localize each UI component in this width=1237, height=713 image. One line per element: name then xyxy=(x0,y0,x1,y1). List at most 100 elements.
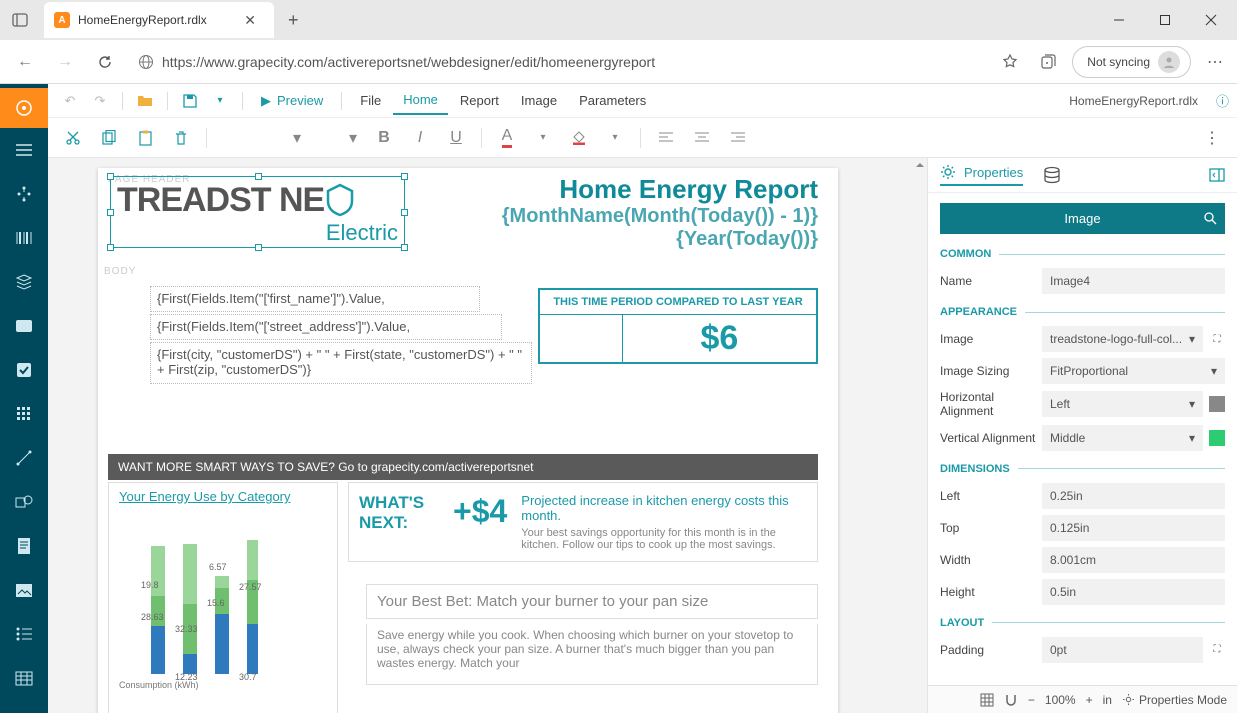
open-folder-icon[interactable] xyxy=(131,88,159,114)
browser-tab[interactable]: A HomeEnergyReport.rdlx ✕ xyxy=(44,2,274,38)
section-dimensions: DIMENSIONS xyxy=(940,463,1225,475)
rail-check-icon[interactable] xyxy=(0,348,48,392)
prop-left-input[interactable]: 0.25in xyxy=(1042,483,1225,509)
rail-datastructure-icon[interactable] xyxy=(0,172,48,216)
redo-icon[interactable]: ↷ xyxy=(86,88,114,114)
rail-layers-icon[interactable] xyxy=(0,260,48,304)
cta-bar: WANT MORE SMART WAYS TO SAVE? Go to grap… xyxy=(108,454,818,480)
close-window-button[interactable] xyxy=(1189,4,1233,36)
font-family-dropdown[interactable]: ▾ xyxy=(217,125,307,151)
favorites-icon[interactable] xyxy=(996,48,1024,76)
expand-icon[interactable]: ⛶ xyxy=(1209,331,1225,347)
prop-halign-select[interactable]: Left▾ xyxy=(1042,391,1203,417)
menu-report[interactable]: Report xyxy=(450,87,509,114)
undo-icon[interactable]: ↶ xyxy=(56,88,84,114)
prop-image-select[interactable]: treadstone-logo-full-col...▾ xyxy=(1042,326,1203,352)
minimize-button[interactable] xyxy=(1097,4,1141,36)
zoom-in-button[interactable]: + xyxy=(1086,693,1093,707)
doc-title: HomeEnergyReport.rdlx xyxy=(1069,94,1198,108)
cut-icon[interactable] xyxy=(58,124,88,152)
align-center-icon[interactable] xyxy=(687,124,717,152)
properties-panel: Properties Image COMMON xyxy=(927,158,1237,713)
rail-richtext-icon[interactable] xyxy=(0,524,48,568)
menu-home[interactable]: Home xyxy=(393,86,448,115)
align-left-icon[interactable] xyxy=(651,124,681,152)
rail-line-icon[interactable] xyxy=(0,436,48,480)
tab-actions-icon[interactable] xyxy=(4,4,36,36)
bold-icon[interactable]: B xyxy=(369,124,399,152)
prop-top-input[interactable]: 0.125in xyxy=(1042,515,1225,541)
rail-barcode-icon[interactable] xyxy=(0,216,48,260)
selected-image[interactable]: TREADST NE Electric xyxy=(110,176,405,248)
search-icon[interactable] xyxy=(1203,211,1217,225)
proj-sub: Your best savings opportunity for this m… xyxy=(521,527,807,551)
rail-home-icon[interactable] xyxy=(0,88,48,128)
rail-hamburger-icon[interactable] xyxy=(0,128,48,172)
section-common: COMMON xyxy=(940,248,1225,260)
compare-value: $6 xyxy=(623,315,816,362)
valign-swatch[interactable] xyxy=(1209,430,1225,446)
toolbar-more-icon[interactable]: ⋮ xyxy=(1197,124,1227,152)
save-dropdown-icon[interactable]: ▾ xyxy=(206,88,234,114)
refresh-button[interactable] xyxy=(88,47,122,77)
font-color-dropdown-icon[interactable]: ▾ xyxy=(528,124,558,152)
prop-width-input[interactable]: 8.001cm xyxy=(1042,547,1225,573)
delete-icon[interactable] xyxy=(166,124,196,152)
menu-parameters[interactable]: Parameters xyxy=(569,87,656,114)
grid-toggle-icon[interactable] xyxy=(980,693,994,707)
rail-shape-icon[interactable] xyxy=(0,480,48,524)
data-tab-icon[interactable] xyxy=(1043,166,1061,184)
url-text: https://www.grapecity.com/activereportsn… xyxy=(162,54,655,70)
font-color-icon[interactable]: A xyxy=(492,124,522,152)
halign-swatch[interactable] xyxy=(1209,396,1225,412)
expand-icon[interactable]: ⛶ xyxy=(1209,642,1225,658)
tab-close-icon[interactable]: ✕ xyxy=(238,10,262,31)
properties-tab[interactable]: Properties xyxy=(940,164,1023,186)
element-type-header[interactable]: Image xyxy=(940,203,1225,234)
bestbet-body: Save energy while you cook. When choosin… xyxy=(367,624,817,674)
report-title: Home Energy Report xyxy=(418,174,818,205)
prop-name-input[interactable]: Image4 xyxy=(1042,268,1225,294)
collections-icon[interactable] xyxy=(1034,48,1062,76)
save-icon[interactable] xyxy=(176,88,204,114)
status-bar: − 100% + in Properties Mode xyxy=(928,685,1237,713)
rail-table-icon[interactable] xyxy=(0,656,48,700)
prop-valign-select[interactable]: Middle▾ xyxy=(1042,425,1203,451)
zoom-out-button[interactable]: − xyxy=(1028,693,1035,707)
properties-mode-button[interactable]: Properties Mode xyxy=(1122,693,1227,707)
forward-button[interactable]: → xyxy=(48,47,82,77)
expr-citystate: {First(city, "customerDS") + " " + First… xyxy=(151,343,531,381)
url-input[interactable]: https://www.grapecity.com/activereportsn… xyxy=(128,50,990,74)
prop-height-input[interactable]: 0.5in xyxy=(1042,579,1225,605)
snap-icon[interactable] xyxy=(1004,693,1018,707)
rail-card-icon[interactable] xyxy=(0,304,48,348)
unit-label[interactable]: in xyxy=(1103,693,1112,707)
collapse-panel-icon[interactable] xyxy=(1209,167,1225,183)
underline-icon[interactable]: U xyxy=(441,124,471,152)
more-icon[interactable]: ⋯ xyxy=(1201,48,1229,76)
maximize-button[interactable] xyxy=(1143,4,1187,36)
sync-button[interactable]: Not syncing xyxy=(1072,46,1191,78)
rail-image-icon[interactable] xyxy=(0,568,48,612)
rail-list-icon[interactable] xyxy=(0,612,48,656)
align-right-icon[interactable] xyxy=(723,124,753,152)
italic-icon[interactable]: I xyxy=(405,124,435,152)
fill-color-icon[interactable] xyxy=(564,124,594,152)
paste-icon[interactable] xyxy=(130,124,160,152)
year-expr: {Year(Today())} xyxy=(418,228,818,251)
prop-padding-input[interactable]: 0pt xyxy=(1042,637,1203,663)
fill-color-dropdown-icon[interactable]: ▾ xyxy=(600,124,630,152)
menu-image[interactable]: Image xyxy=(511,87,567,114)
menu-file[interactable]: File xyxy=(350,87,391,114)
prop-sizing-select[interactable]: FitProportional▾ xyxy=(1042,358,1225,384)
info-icon[interactable]: ⓘ xyxy=(1216,91,1229,110)
scroll-up-icon[interactable] xyxy=(915,160,925,170)
proj-head: Projected increase in kitchen energy cos… xyxy=(521,493,807,523)
preview-button[interactable]: ▶ Preview xyxy=(251,93,333,109)
rail-grid-icon[interactable] xyxy=(0,392,48,436)
new-tab-button[interactable]: + xyxy=(278,6,309,35)
copy-icon[interactable] xyxy=(94,124,124,152)
design-canvas-area[interactable]: PAGE HEADER TREADST NE Electric xyxy=(48,158,927,713)
font-size-dropdown[interactable]: ▾ xyxy=(313,125,363,151)
back-button[interactable]: ← xyxy=(8,47,42,77)
